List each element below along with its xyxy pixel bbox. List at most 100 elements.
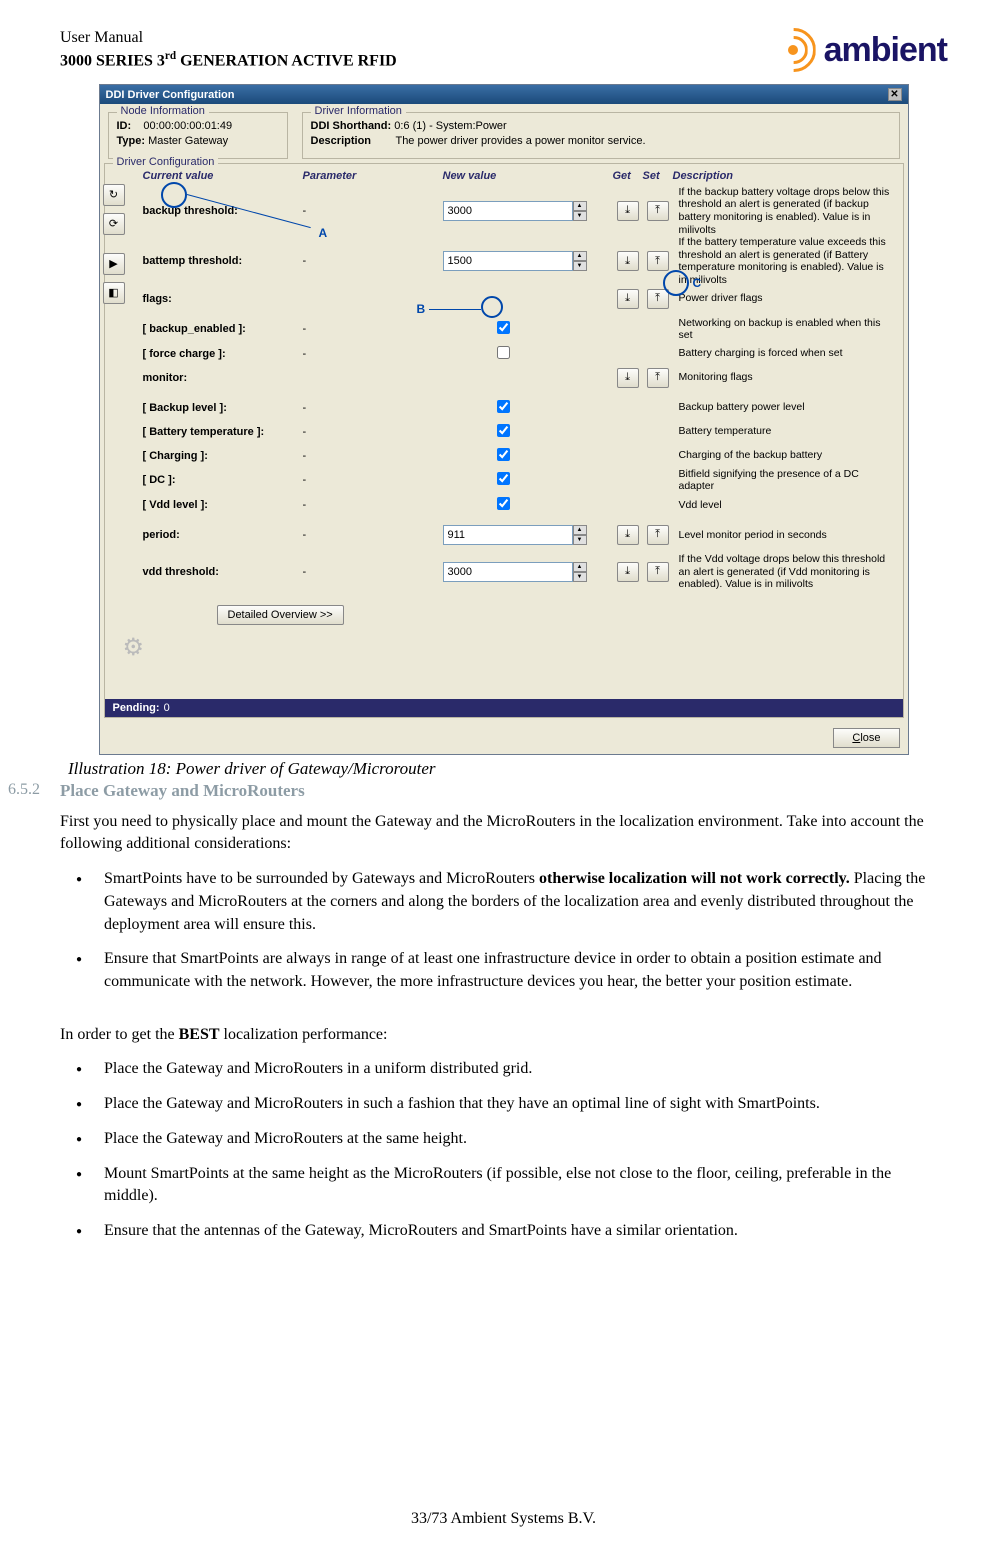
spin-up-icon[interactable]: ▲ bbox=[573, 562, 587, 572]
header-line1: User Manual bbox=[60, 28, 397, 49]
current-value: - bbox=[303, 499, 443, 511]
flag-checkbox[interactable] bbox=[497, 400, 510, 413]
get-icon[interactable]: ⤓ bbox=[617, 251, 639, 271]
get-icon[interactable]: ⤓ bbox=[617, 289, 639, 309]
value-input[interactable] bbox=[443, 562, 573, 582]
detailed-overview-button[interactable]: Detailed Overview >> bbox=[217, 605, 344, 625]
param-label: [ force charge ]: bbox=[143, 348, 303, 360]
node-info-title: Node Information bbox=[117, 105, 209, 117]
param-description: Charging of the backup battery bbox=[673, 449, 895, 462]
param-label: [ DC ]: bbox=[143, 474, 303, 486]
get-icon[interactable]: ⤓ bbox=[617, 368, 639, 388]
current-value: - bbox=[303, 529, 443, 541]
param-description: Power driver flags bbox=[673, 292, 895, 305]
param-description: Vdd level bbox=[673, 499, 895, 512]
set-icon[interactable]: ⤒ bbox=[647, 201, 669, 221]
flag-checkbox[interactable] bbox=[497, 424, 510, 437]
current-value: - bbox=[303, 426, 443, 438]
header-text: User Manual 3000 SERIES 3rd GENERATION A… bbox=[60, 28, 397, 72]
close-icon[interactable]: ✕ bbox=[888, 88, 902, 101]
list-item: Mount SmartPoints at the same height as … bbox=[104, 1163, 947, 1208]
flag-checkbox[interactable] bbox=[497, 346, 510, 359]
close-button[interactable]: Close bbox=[833, 728, 899, 748]
param-label: [ backup_enabled ]: bbox=[143, 323, 303, 335]
set-icon[interactable]: ⤒ bbox=[647, 525, 669, 545]
refresh-all-icon[interactable]: ⟳ bbox=[103, 213, 125, 235]
set-icon[interactable]: ⤒ bbox=[647, 562, 669, 582]
config-row: flags: ⤓ ⤒ Power driver flags bbox=[113, 287, 895, 311]
current-value: - bbox=[303, 566, 443, 578]
config-row: [ Vdd level ]:- Vdd level bbox=[113, 493, 895, 517]
get-icon[interactable]: ⤓ bbox=[617, 525, 639, 545]
param-label: flags: bbox=[143, 293, 303, 305]
param-description: If the battery temperature value exceeds… bbox=[673, 236, 895, 286]
spin-up-icon[interactable]: ▲ bbox=[573, 525, 587, 535]
config-row: [ Backup level ]:-Backup battery power l… bbox=[113, 396, 895, 420]
param-description: Bitfield signifying the presence of a DC… bbox=[673, 468, 895, 493]
config-side-buttons: ↻ ⟳ ▶ ◧ bbox=[103, 184, 125, 308]
dialog-titlebar[interactable]: DDI Driver Configuration ✕ bbox=[100, 85, 908, 104]
spin-up-icon[interactable]: ▲ bbox=[573, 201, 587, 211]
config-row: [ backup_enabled ]:- Networking on backup… bbox=[113, 317, 895, 342]
param-label: [ Vdd level ]: bbox=[143, 499, 303, 511]
dialog-title: DDI Driver Configuration bbox=[106, 89, 235, 101]
current-value: - bbox=[303, 348, 443, 360]
apply-icon[interactable]: ▶ bbox=[103, 253, 125, 275]
current-value: - bbox=[303, 402, 443, 414]
param-description: Level monitor period in seconds bbox=[673, 529, 895, 542]
config-row: battemp threshold:-▲▼⤓⤒If the battery te… bbox=[113, 236, 895, 286]
spin-down-icon[interactable]: ▼ bbox=[573, 211, 587, 221]
spin-down-icon[interactable]: ▼ bbox=[573, 261, 587, 271]
set-icon[interactable]: ⤒ bbox=[647, 251, 669, 271]
config-row: backup threshold:-▲▼⤓⤒If the backup batt… bbox=[113, 186, 895, 236]
param-label: vdd threshold: bbox=[143, 566, 303, 578]
reload-icon[interactable]: ↻ bbox=[103, 184, 125, 206]
logo-icon bbox=[774, 28, 818, 72]
config-row: vdd threshold:-▲▼⤓⤒If the Vdd voltage dr… bbox=[113, 553, 895, 591]
spin-down-icon[interactable]: ▼ bbox=[573, 572, 587, 582]
list-item: Ensure that SmartPoints are always in ra… bbox=[104, 948, 947, 993]
list-item: Place the Gateway and MicroRouters in a … bbox=[104, 1058, 947, 1081]
flag-checkbox[interactable] bbox=[497, 448, 510, 461]
list-item: SmartPoints have to be surrounded by Gat… bbox=[104, 868, 947, 936]
param-description: If the backup battery voltage drops belo… bbox=[673, 186, 895, 236]
param-description: Networking on backup is enabled when thi… bbox=[673, 317, 895, 342]
config-row: [ Charging ]:-Charging of the backup bat… bbox=[113, 444, 895, 468]
page-header: User Manual 3000 SERIES 3rd GENERATION A… bbox=[60, 28, 947, 72]
param-description: Backup battery power level bbox=[673, 401, 895, 414]
toggle-icon[interactable]: ◧ bbox=[103, 282, 125, 304]
logo: ambient bbox=[774, 28, 947, 72]
value-input[interactable] bbox=[443, 525, 573, 545]
section-title: Place Gateway and MicroRouters bbox=[60, 781, 947, 801]
flag-checkbox[interactable] bbox=[497, 321, 510, 334]
driver-info-group: Driver Information DDI Shorthand: 0:6 (1… bbox=[302, 112, 900, 159]
flag-checkbox[interactable] bbox=[497, 497, 510, 510]
flag-checkbox[interactable] bbox=[497, 472, 510, 485]
paragraph-2: In order to get the BEST localization pe… bbox=[60, 1024, 947, 1047]
param-description: Monitoring flags bbox=[673, 371, 895, 384]
driver-config-title: Driver Configuration bbox=[113, 156, 219, 168]
paragraph-1: First you need to physically place and m… bbox=[60, 811, 947, 856]
page-footer: 33/73 Ambient Systems B.V. bbox=[0, 1510, 1007, 1528]
param-label: backup threshold: bbox=[143, 205, 303, 217]
config-row: [ force charge ]:-Battery charging is fo… bbox=[113, 342, 895, 366]
best-list: Place the Gateway and MicroRouters in a … bbox=[60, 1058, 947, 1242]
node-info-group: Node Information ID: 00:00:00:00:01:49 T… bbox=[108, 112, 288, 159]
considerations-list: SmartPoints have to be surrounded by Gat… bbox=[60, 868, 947, 994]
get-icon[interactable]: ⤓ bbox=[617, 562, 639, 582]
current-value: - bbox=[303, 450, 443, 462]
dialog-button-row: Close bbox=[100, 722, 908, 754]
current-value: - bbox=[303, 323, 443, 335]
get-icon[interactable]: ⤓ bbox=[617, 201, 639, 221]
spin-down-icon[interactable]: ▼ bbox=[573, 535, 587, 545]
config-row: [ Battery temperature ]:-Battery tempera… bbox=[113, 420, 895, 444]
value-input[interactable] bbox=[443, 251, 573, 271]
param-label: [ Battery temperature ]: bbox=[143, 426, 303, 438]
spin-up-icon[interactable]: ▲ bbox=[573, 251, 587, 261]
config-row: monitor: ⤓ ⤒ Monitoring flags bbox=[113, 366, 895, 390]
param-label: monitor: bbox=[143, 372, 303, 384]
set-icon[interactable]: ⤒ bbox=[647, 289, 669, 309]
set-icon[interactable]: ⤒ bbox=[647, 368, 669, 388]
list-item: Place the Gateway and MicroRouters at th… bbox=[104, 1128, 947, 1151]
value-input[interactable] bbox=[443, 201, 573, 221]
